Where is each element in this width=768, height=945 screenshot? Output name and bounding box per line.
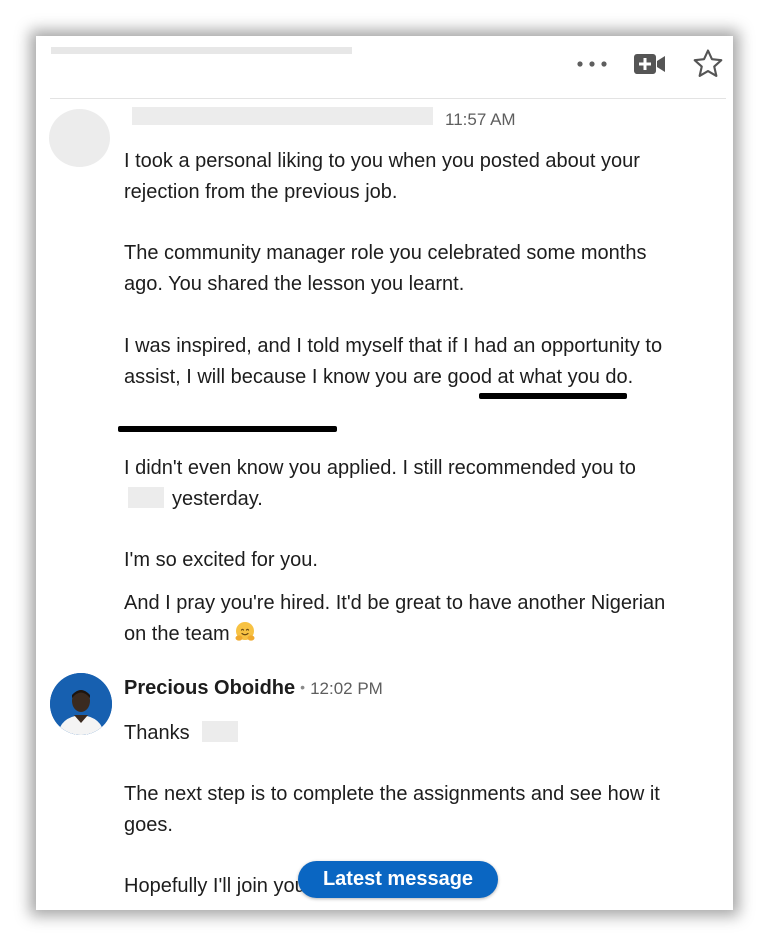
hugging-face-emoji-icon: [235, 622, 255, 641]
message-paragraph: I was inspired, and I told myself that i…: [124, 335, 663, 388]
avatar[interactable]: [50, 673, 112, 735]
message-paragraph: And I pray you're hired. It'd be great t…: [124, 588, 684, 650]
conversation-window: 11:57 AM I took a personal liking to you…: [36, 36, 733, 910]
header-divider: [50, 98, 726, 99]
message-timestamp: 12:02 PM: [310, 679, 383, 698]
sender-name-placeholder[interactable]: [132, 107, 433, 125]
sender-name[interactable]: Precious Oboidhe: [124, 677, 295, 699]
star-icon: [693, 49, 723, 77]
message-timestamp: 11:57 AM: [445, 110, 516, 129]
message-paragraph: The next step is to complete the assignm…: [124, 783, 660, 836]
ellipsis-icon: [577, 61, 607, 67]
latest-message-button[interactable]: Latest message: [298, 861, 498, 898]
message-paragraph: The community manager role you celebrate…: [124, 242, 647, 295]
underline-mark: [479, 393, 627, 399]
message-paragraph: I took a personal liking to you when you…: [124, 150, 640, 203]
redacted-name: [201, 721, 238, 742]
separator-dot: •: [300, 679, 306, 695]
video-camera-plus-icon: [634, 54, 665, 74]
message-paragraph: I'm so excited for you.: [124, 549, 318, 571]
start-video-call-button[interactable]: [633, 52, 667, 76]
redacted-name: [128, 487, 164, 508]
avatar-placeholder[interactable]: [49, 109, 110, 167]
header-actions: [575, 44, 725, 84]
message-paragraph: Thanks: [124, 718, 684, 749]
message-text: yesterday.: [172, 488, 263, 510]
star-conversation-button[interactable]: [691, 47, 725, 81]
message-text: I didn't even know you applied. I still …: [124, 457, 636, 479]
message-header: Precious Oboidhe • 12:02 PM: [124, 677, 383, 700]
message-text: Thanks: [124, 722, 190, 744]
profile-photo: [50, 673, 112, 735]
message-paragraph: I didn't even know you applied. I still …: [124, 453, 684, 515]
message-text: And I pray you're hired. It'd be great t…: [124, 592, 666, 645]
underline-mark: [118, 426, 337, 432]
more-options-button[interactable]: [575, 58, 609, 70]
conversation-title-placeholder: [51, 47, 352, 54]
